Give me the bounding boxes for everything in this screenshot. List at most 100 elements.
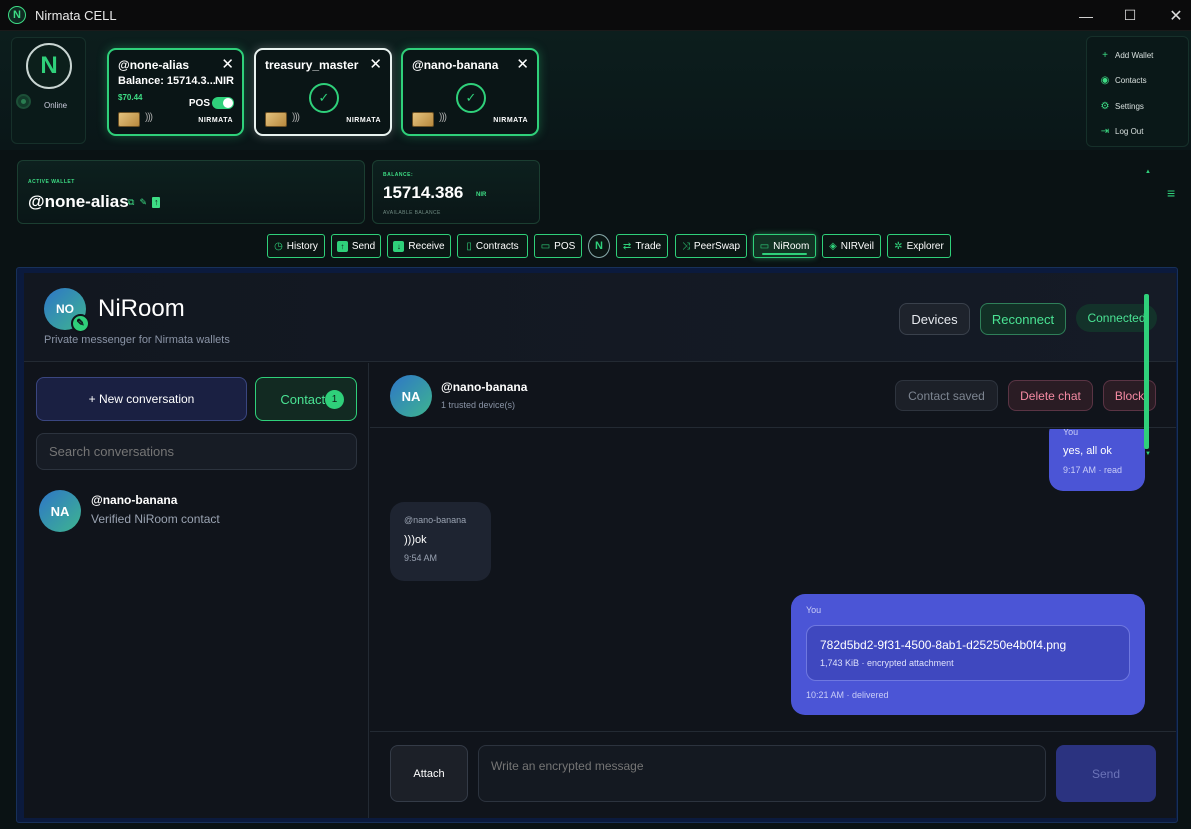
- contactless-icon: ))): [292, 112, 300, 123]
- nav-receive[interactable]: ↓ Receive: [387, 234, 451, 258]
- card-brand: NIRMATA: [198, 117, 233, 124]
- wallet-strip: N Online @none-alias ✕ Balance: 15714.3.…: [0, 31, 1191, 150]
- conversation-name: @nano-banana: [91, 493, 178, 507]
- scrollbar-thumb[interactable]: [1144, 294, 1149, 449]
- nav-peerswap[interactable]: ⤨ PeerSwap: [675, 234, 747, 258]
- nav-history[interactable]: ◷ History: [267, 234, 325, 258]
- settings-button[interactable]: ⚙ Settings: [1099, 101, 1144, 112]
- nav-nirmata-logo[interactable]: N: [588, 234, 610, 258]
- wallet-card-none-alias[interactable]: @none-alias ✕ Balance: 15714.3... NIR $7…: [107, 48, 244, 136]
- attachment-meta: 1,743 KiB · encrypted attachment: [820, 658, 954, 668]
- close-icon[interactable]: ✕: [369, 55, 382, 73]
- menu-icon[interactable]: ≡: [1167, 185, 1175, 201]
- nirmata-logo-icon: N: [8, 6, 26, 24]
- close-icon[interactable]: ✕: [516, 55, 529, 73]
- send-arrow-icon: ↑: [336, 240, 348, 252]
- wallet-card-usd: $70.44: [118, 93, 143, 102]
- message-sender: You: [1063, 429, 1079, 437]
- nav-pos[interactable]: ▭ POS: [534, 234, 582, 258]
- devices-button[interactable]: Devices: [899, 303, 970, 335]
- chat-scrollbar[interactable]: ▲ ▼: [1144, 169, 1151, 459]
- conversation-sub: Verified NiRoom contact: [91, 512, 220, 526]
- pos-label: POS: [188, 98, 210, 109]
- attachment-card[interactable]: 782d5bd2-9f31-4500-8ab1-d25250e4b0f4.png…: [806, 625, 1130, 681]
- close-window-icon[interactable]: ✕: [1153, 0, 1191, 31]
- nav-send[interactable]: ↑ Send: [331, 234, 381, 258]
- wallet-card-treasury-master[interactable]: treasury_master ✕ ✓ ))) NIRMATA: [254, 48, 392, 136]
- message-bubble-out: You 782d5bd2-9f31-4500-8ab1-d25250e4b0f4…: [791, 594, 1145, 715]
- contactless-icon: ))): [439, 112, 447, 123]
- niroom-window: NO ✎ NiRoom Private messenger for Nirmat…: [16, 267, 1178, 823]
- minimize-icon[interactable]: —: [1063, 0, 1109, 31]
- wallet-card-unit: NIR: [215, 75, 234, 87]
- message-text: yes, all ok: [1063, 445, 1112, 457]
- shield-check-icon: ✓: [309, 83, 339, 113]
- nav-contracts[interactable]: ▯ Contracts: [457, 234, 528, 258]
- message-input[interactable]: [478, 745, 1046, 802]
- nav-trade[interactable]: ⇄ Trade: [616, 234, 668, 258]
- wallet-card-name: @none-alias: [118, 58, 190, 72]
- nav-explorer[interactable]: ✲ Explorer: [887, 234, 951, 258]
- contacts-button[interactable]: ◉ Contacts: [1099, 75, 1147, 86]
- nav-label: POS: [554, 240, 576, 252]
- avatar-initials: NA: [401, 388, 421, 404]
- contact-saved-button[interactable]: Contact saved: [895, 380, 998, 411]
- export-icon[interactable]: ↑: [151, 197, 161, 208]
- attach-button[interactable]: Attach: [390, 745, 468, 802]
- wallet-card-name: treasury_master: [265, 58, 359, 72]
- chat-icon: ▭: [759, 240, 770, 252]
- reconnect-button[interactable]: Reconnect: [980, 303, 1066, 335]
- wallet-card-nano-banana[interactable]: @nano-banana ✕ ✓ ))) NIRMATA: [401, 48, 539, 136]
- trade-icon: ⇄: [622, 240, 632, 252]
- chat-header: NA @nano-banana 1 trusted device(s) Cont…: [370, 363, 1176, 428]
- message-bubble-out: You yes, all ok 9:17 AM · read: [1049, 429, 1145, 491]
- list-item[interactable]: NA @nano-banana Verified NiRoom contact: [39, 490, 359, 534]
- wallet-card-name: @nano-banana: [412, 58, 499, 72]
- avatar-initials: NA: [50, 503, 70, 519]
- contactless-icon: ))): [145, 112, 153, 123]
- scroll-up-icon[interactable]: ▲: [1145, 169, 1151, 175]
- balance-unit: NIR: [476, 192, 487, 198]
- balance-caption: BALANCE:: [383, 172, 414, 178]
- message-bubble-in: @nano-banana )))ok 9:54 AM: [390, 502, 491, 581]
- logout-label: Log Out: [1115, 127, 1144, 136]
- contacts-button[interactable]: Contacts 1: [255, 377, 357, 421]
- scroll-down-icon[interactable]: ▼: [1145, 451, 1151, 457]
- send-button[interactable]: Send: [1056, 745, 1156, 802]
- nirmata-logo-icon: N: [595, 240, 603, 252]
- pos-toggle[interactable]: [212, 97, 234, 109]
- nav-nirveil[interactable]: ◈ NIRVeil: [822, 234, 881, 258]
- message-sender: @nano-banana: [404, 515, 467, 525]
- node-status-label: Online: [44, 101, 68, 110]
- message-sender: You: [806, 605, 822, 615]
- online-indicator-icon: [16, 94, 31, 109]
- nirmata-node-logo-icon: N: [26, 43, 72, 89]
- close-icon[interactable]: ✕: [221, 55, 234, 73]
- delete-chat-button[interactable]: Delete chat: [1008, 380, 1093, 411]
- nav-label: PeerSwap: [693, 240, 741, 252]
- composer: Attach Send: [370, 731, 1176, 818]
- explorer-icon: ✲: [894, 240, 903, 252]
- nav-label: History: [286, 240, 318, 252]
- balance-value: 15714.386: [383, 183, 464, 202]
- nav-bar: ◷ History ↑ Send ↓ Receive ▯ Contracts ▭ POS …: [0, 230, 1191, 262]
- active-wallet-panel: ACTIVE WALLET @none-alias ⧉ ✎ ↑: [17, 160, 365, 224]
- window-title: Nirmata CELL: [35, 7, 117, 23]
- card-chip-icon: [118, 112, 140, 127]
- edit-icon[interactable]: ✎: [139, 197, 147, 208]
- nav-label: NiRoom: [773, 240, 810, 252]
- logout-button[interactable]: ⇥ Log Out: [1099, 126, 1144, 137]
- copy-icon[interactable]: ⧉: [128, 197, 134, 208]
- new-conversation-button[interactable]: + New conversation: [36, 377, 247, 421]
- node-status-box: N Online: [11, 37, 86, 144]
- card-brand: NIRMATA: [493, 117, 528, 124]
- message-text: )))ok: [404, 534, 427, 546]
- contacts-count-badge: 1: [325, 390, 344, 409]
- search-input[interactable]: [36, 433, 357, 470]
- conversation-sidebar: + New conversation Contacts 1 NA @nano-b…: [24, 363, 369, 818]
- pos-terminal-icon: ▭: [540, 240, 551, 252]
- add-wallet-button[interactable]: + Add Wallet: [1099, 50, 1153, 61]
- nav-niroom[interactable]: ▭ NiRoom: [753, 234, 816, 258]
- active-wallet-name: @none-alias: [28, 192, 129, 211]
- maximize-icon[interactable]: ☐: [1107, 0, 1153, 31]
